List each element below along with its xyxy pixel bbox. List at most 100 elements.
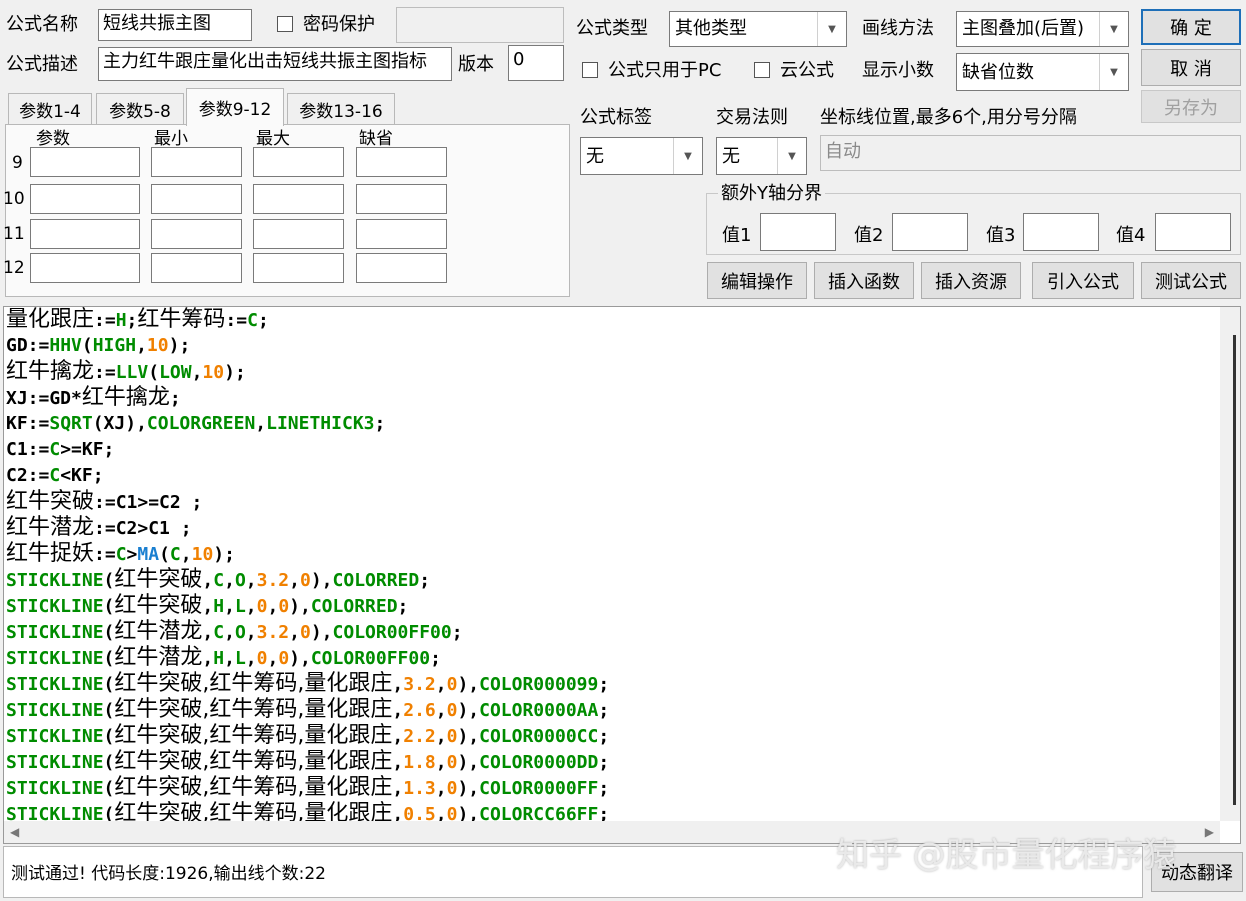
code-editor[interactable]: 量化跟庄:=H;红牛筹码:=C; GD:=HHV(HIGH,10); 红牛擒龙:=L… (3, 306, 1241, 844)
param-min-input[interactable] (151, 147, 242, 177)
code-line: STICKLINE(红牛突破,C,O,3.2,0),COLORRED; (6, 567, 1218, 593)
chevron-down-icon[interactable]: ▼ (673, 138, 702, 174)
code-token: ), (310, 570, 333, 591)
tab-params-13-16[interactable]: 参数13-16 (287, 93, 395, 125)
test-formula-button[interactable]: 测试公式 (1141, 262, 1241, 299)
code-token: , (202, 596, 214, 617)
chevron-down-icon[interactable]: ▼ (817, 12, 846, 46)
param-default-input[interactable] (356, 184, 447, 214)
password-protect-checkbox[interactable] (277, 16, 293, 32)
coord-lines-input[interactable]: 自动 (820, 135, 1241, 171)
tab-params-9-12[interactable]: 参数9-12 (186, 88, 284, 126)
formula-type-value: 其他类型 (675, 18, 747, 39)
y-value-3-input[interactable] (1023, 213, 1099, 251)
param-name-input[interactable] (30, 184, 140, 214)
ok-button[interactable]: 确 定 (1141, 9, 1241, 45)
code-token: ( (103, 596, 115, 617)
code-token: ; (451, 622, 463, 643)
code-token: C (49, 465, 61, 486)
insert-function-button[interactable]: 插入函数 (814, 262, 914, 299)
code-token: ), (457, 752, 480, 773)
formula-desc-label: 公式描述 (6, 54, 78, 75)
code-token: , (202, 570, 214, 591)
decimals-select[interactable]: 缺省位数 ▼ (956, 53, 1129, 91)
param-name-input[interactable] (30, 253, 140, 283)
insert-resource-button[interactable]: 插入资源 (921, 262, 1021, 299)
formula-tag-select[interactable]: 无 ▼ (580, 137, 703, 175)
code-token: , (392, 700, 404, 721)
y-value-label: 值2 (854, 225, 884, 246)
tab-params-5-8[interactable]: 参数5-8 (96, 93, 184, 125)
chevron-down-icon[interactable]: ▼ (777, 138, 806, 174)
code-token: STICKLINE (6, 726, 104, 747)
param-max-input[interactable] (253, 253, 344, 283)
y-value-2-input[interactable] (892, 213, 968, 251)
code-token: L (234, 648, 246, 669)
code-token: , (392, 726, 404, 747)
save-as-button[interactable]: 另存为 (1141, 90, 1241, 123)
chevron-down-icon[interactable]: ▼ (1099, 54, 1128, 90)
code-token: 红牛突破 (114, 593, 203, 618)
formula-type-select[interactable]: 其他类型 ▼ (669, 11, 847, 47)
y-value-4-input[interactable] (1155, 213, 1231, 251)
param-max-input[interactable] (253, 147, 344, 177)
code-token: ); (224, 362, 246, 383)
password-input[interactable] (396, 7, 564, 43)
param-name-input[interactable] (30, 147, 140, 177)
code-token: ), (310, 622, 333, 643)
trade-rule-select[interactable]: 无 ▼ (716, 137, 807, 175)
code-token: ( (103, 752, 115, 773)
code-token: STICKLINE (6, 778, 104, 799)
chevron-down-icon[interactable]: ▼ (1099, 12, 1128, 46)
formula-desc-input[interactable]: 主力红牛跟庄量化出击短线共振主图指标 (98, 47, 452, 81)
tab-params-1-4[interactable]: 参数1-4 (8, 93, 92, 125)
cloud-formula-label: 云公式 (780, 60, 834, 81)
formula-name-input[interactable]: 短线共振主图 (98, 9, 252, 41)
code-token: 10 (202, 362, 225, 383)
param-col-name: 参数 (36, 129, 70, 149)
code-token: , (267, 596, 279, 617)
param-max-input[interactable] (253, 184, 344, 214)
param-min-input[interactable] (151, 184, 242, 214)
param-min-input[interactable] (151, 253, 242, 283)
code-token: STICKLINE (6, 570, 104, 591)
code-token: O (234, 622, 246, 643)
edit-operation-button[interactable]: 编辑操作 (707, 262, 807, 299)
scrollbar-thumb[interactable] (1233, 335, 1236, 805)
param-default-input[interactable] (356, 219, 447, 249)
pc-only-checkbox[interactable] (582, 62, 598, 78)
draw-method-select[interactable]: 主图叠加(后置) ▼ (956, 11, 1129, 47)
code-line: 红牛突破:=C1>=C2 ; (6, 489, 1218, 515)
code-text-area[interactable]: 量化跟庄:=H;红牛筹码:=C; GD:=HHV(HIGH,10); 红牛擒龙:=L… (6, 307, 1218, 821)
code-token: SQRT (49, 413, 93, 434)
code-token: C2:= (6, 465, 50, 486)
y-value-1-input[interactable] (760, 213, 836, 251)
import-formula-button[interactable]: 引入公式 (1032, 262, 1134, 299)
version-input[interactable]: 0 (508, 45, 564, 81)
code-token: , (435, 726, 447, 747)
param-name-input[interactable] (30, 219, 140, 249)
watermark: 知乎 @股市量化程序猿 (836, 835, 1177, 874)
code-token: , (435, 804, 447, 821)
param-col-min: 最小 (154, 129, 188, 149)
code-line: STICKLINE(红牛突破,红牛筹码,量化跟庄,2.6,0),COLOR000… (6, 697, 1218, 723)
vertical-scrollbar[interactable] (1220, 307, 1240, 821)
code-token: C (49, 439, 61, 460)
cloud-formula-checkbox[interactable] (754, 62, 770, 78)
param-max-input[interactable] (253, 219, 344, 249)
param-default-input[interactable] (356, 253, 447, 283)
code-token: 0.5 (403, 804, 436, 821)
scroll-left-icon[interactable]: ◀ (10, 825, 19, 839)
param-default-input[interactable] (356, 147, 447, 177)
code-token: O (234, 570, 246, 591)
code-token: 红牛突破 (6, 489, 95, 514)
code-line: C1:=C>=KF; (6, 437, 1218, 463)
code-line: STICKLINE(红牛突破,红牛筹码,量化跟庄,1.3,0),COLOR000… (6, 775, 1218, 801)
code-token: 红牛突破,红牛筹码,量化跟庄 (114, 749, 393, 774)
param-min-input[interactable] (151, 219, 242, 249)
code-line: 红牛擒龙:=LLV(LOW,10); (6, 359, 1218, 385)
code-token: :=C1>=C2 ; (94, 492, 203, 513)
cancel-button[interactable]: 取 消 (1141, 49, 1241, 86)
scroll-right-icon[interactable]: ▶ (1205, 825, 1214, 839)
code-token: 红牛擒龙 (81, 385, 170, 410)
